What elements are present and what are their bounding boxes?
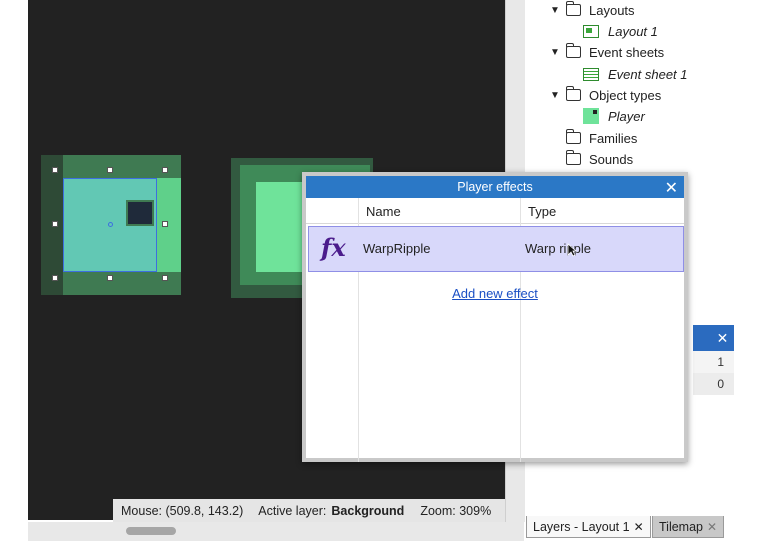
tree-item-event-sheet-1[interactable]: Event sheet 1 <box>583 64 688 84</box>
add-new-effect-link[interactable]: Add new effect <box>306 286 684 301</box>
origin-point <box>108 222 113 227</box>
bottom-tab-bar: Layers - Layout 1 ✕ Tilemap ✕ <box>526 513 736 541</box>
effects-dialog: Player effects ✕ Name Type fx WarpRipple… <box>302 172 688 462</box>
resize-handle[interactable] <box>162 167 168 173</box>
dialog-title: Player effects <box>457 180 533 194</box>
panel-value: 1 <box>717 355 724 369</box>
table-row[interactable]: fx WarpRipple Warp ripple <box>308 226 684 272</box>
resize-handle[interactable] <box>107 167 113 173</box>
tree-label: Layout 1 <box>608 23 658 39</box>
fx-icon: fx <box>321 233 346 262</box>
tree-label: Sounds <box>589 151 634 167</box>
tree-item-families[interactable]: Families <box>565 128 638 148</box>
horizontal-scrollbar[interactable] <box>28 522 524 541</box>
effects-table-header: Name Type <box>306 198 684 224</box>
event-sheet-icon <box>583 67 599 81</box>
folder-icon <box>565 129 581 144</box>
triangle-down-icon[interactable]: ▼ <box>550 90 562 101</box>
triangle-down-icon[interactable]: ▼ <box>550 47 562 58</box>
resize-handle[interactable] <box>52 221 58 227</box>
panel-header: ✕ <box>693 325 734 351</box>
folder-icon <box>565 43 581 58</box>
tree-label: Event sheets <box>589 44 665 60</box>
scrollbar-thumb[interactable] <box>126 527 176 535</box>
tree-label: Player <box>608 108 645 124</box>
tree-item-event-sheets[interactable]: ▼ Event sheets <box>550 42 664 62</box>
tab-label: Layers - Layout 1 <box>533 519 630 534</box>
tree-item-player[interactable]: Player <box>583 106 645 126</box>
tree-label: Event sheet 1 <box>608 66 688 82</box>
effect-name: WarpRipple <box>363 241 431 256</box>
folder-icon <box>565 1 581 16</box>
resize-handle[interactable] <box>52 167 58 173</box>
editor-window: Mouse: (509.8, 143.2) Active layer: Back… <box>0 0 763 541</box>
tree-label: Families <box>589 130 638 146</box>
project-tree: ▼ Layouts Layout 1 ▼ Event sheets Event … <box>540 0 740 170</box>
tab-layers[interactable]: Layers - Layout 1 ✕ <box>526 516 651 538</box>
column-header-name[interactable]: Name <box>366 204 401 219</box>
tree-label: Object types <box>589 87 662 103</box>
close-icon[interactable]: ✕ <box>665 178 678 198</box>
sprite-icon <box>583 108 599 124</box>
close-icon[interactable]: ✕ <box>717 330 729 347</box>
mouse-position: Mouse: (509.8, 143.2) <box>121 503 244 518</box>
tree-item-sounds[interactable]: Sounds <box>565 149 634 169</box>
resize-handle[interactable] <box>162 221 168 227</box>
tree-item-layouts[interactable]: ▼ Layouts <box>550 0 635 20</box>
effect-type: Warp ripple <box>525 241 591 256</box>
status-bar: Mouse: (509.8, 143.2) Active layer: Back… <box>113 499 505 522</box>
resize-handle[interactable] <box>52 275 58 281</box>
link-label[interactable]: Add new effect <box>452 286 538 301</box>
mouse-cursor-icon <box>567 243 578 260</box>
layout-icon <box>583 24 599 38</box>
triangle-down-icon[interactable]: ▼ <box>550 5 562 16</box>
tab-tilemap[interactable]: Tilemap ✕ <box>652 516 725 538</box>
resize-handle[interactable] <box>162 275 168 281</box>
close-icon[interactable]: ✕ <box>634 520 644 534</box>
tree-item-object-types[interactable]: ▼ Object types <box>550 85 661 105</box>
zoom-level: Zoom: 309% <box>420 503 492 518</box>
column-header-type[interactable]: Type <box>528 204 556 219</box>
panel-value: 0 <box>693 373 734 395</box>
sprite-marker <box>126 200 154 226</box>
tree-item-layout-1[interactable]: Layout 1 <box>583 21 658 41</box>
properties-panel: ✕ 1 0 <box>693 325 734 395</box>
tree-label: Layouts <box>589 2 635 18</box>
active-layer-value: Background <box>331 503 405 518</box>
folder-icon <box>565 150 581 165</box>
dialog-title-bar[interactable]: Player effects ✕ <box>306 176 684 198</box>
close-icon[interactable]: ✕ <box>707 520 717 534</box>
folder-icon <box>565 86 581 101</box>
tab-label: Tilemap <box>659 519 703 534</box>
resize-handle[interactable] <box>107 275 113 281</box>
active-layer-label: Active layer: <box>258 503 327 518</box>
